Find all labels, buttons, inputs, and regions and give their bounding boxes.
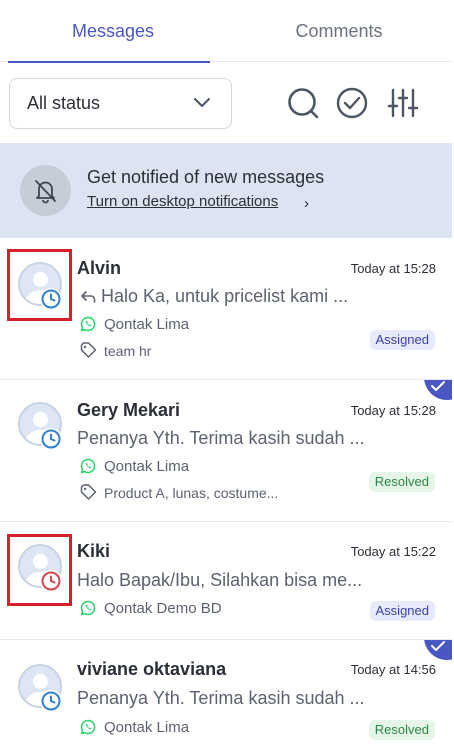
message-preview: Penanya Yth. Terima kasih sudah ... — [77, 688, 365, 708]
conversation-item[interactable]: Alvin Today at 15:28 Halo Ka, untuk pric… — [0, 238, 452, 380]
contact-name: Kiki — [77, 541, 111, 561]
filter-bar: All status — [0, 62, 452, 142]
conversation-item[interactable]: Gery Mekari Today at 15:28 Penanya Yth. … — [0, 380, 452, 522]
message-preview: Halo Ka, untuk pricelist kami ... — [101, 286, 349, 306]
contact-name: Gery Mekari — [77, 400, 181, 420]
sliders-icon[interactable] — [386, 86, 420, 120]
message-preview: Halo Bapak/Ibu, Silahkan bisa me... — [77, 570, 363, 590]
clock-icon — [40, 428, 62, 450]
status-badge: Resolved — [368, 720, 435, 740]
checkmark-icon — [431, 381, 445, 391]
highlight-box — [7, 534, 72, 606]
enable-notifications-link[interactable]: Turn on desktop notifications — [87, 193, 278, 210]
status-filter-dropdown[interactable]: All status — [9, 78, 232, 129]
bell-off-icon — [20, 165, 71, 216]
message-time: Today at 15:22 — [350, 544, 436, 559]
notification-banner: Get notified of new messages Turn on des… — [0, 143, 452, 238]
message-time: Today at 15:28 — [350, 403, 436, 418]
status-badge: Assigned — [369, 601, 435, 621]
chevron-down-icon — [194, 98, 210, 107]
channel-name: Qontak Demo BD — [104, 600, 222, 617]
channel-name: Qontak Lima — [104, 458, 190, 475]
tag-icon — [80, 342, 97, 358]
resolved-corner — [424, 640, 452, 660]
conversation-tags: team hr — [104, 343, 152, 359]
whatsapp-icon — [80, 316, 96, 332]
check-circle-icon[interactable] — [335, 86, 369, 120]
conversation-list: Alvin Today at 15:28 Halo Ka, untuk pric… — [0, 238, 452, 754]
clock-icon — [40, 690, 62, 712]
channel-name: Qontak Lima — [104, 719, 190, 736]
channel-name: Qontak Lima — [104, 316, 190, 333]
reply-icon — [81, 291, 96, 303]
checkmark-icon — [431, 641, 445, 651]
notification-title: Get notified of new messages — [87, 167, 325, 187]
message-time: Today at 15:28 — [350, 261, 436, 276]
tag-icon — [80, 484, 97, 500]
status-badge: Resolved — [368, 472, 435, 492]
highlight-box — [7, 249, 72, 321]
contact-name: Alvin — [77, 258, 122, 278]
tab-comments[interactable]: Comments — [226, 0, 452, 62]
conversation-tags: Product A, lunas, costume... — [104, 485, 279, 501]
tab-bar: Messages Comments — [0, 0, 452, 63]
message-preview: Penanya Yth. Terima kasih sudah ... — [77, 428, 365, 448]
chevron-right-icon: › — [304, 195, 309, 212]
message-time: Today at 14:56 — [350, 662, 436, 677]
conversation-item[interactable]: Kiki Today at 15:22 Halo Bapak/Ibu, Sila… — [0, 522, 452, 640]
conversation-item[interactable]: viviane oktaviana Today at 14:56 Penanya… — [0, 640, 452, 754]
tab-messages[interactable]: Messages — [0, 0, 226, 63]
contact-name: viviane oktaviana — [77, 659, 227, 679]
whatsapp-icon — [80, 600, 96, 616]
search-icon[interactable] — [286, 86, 320, 120]
whatsapp-icon — [80, 719, 96, 735]
status-filter-value: All status — [27, 93, 101, 113]
resolved-corner — [424, 380, 452, 400]
status-badge: Assigned — [369, 330, 435, 350]
whatsapp-icon — [80, 458, 96, 474]
